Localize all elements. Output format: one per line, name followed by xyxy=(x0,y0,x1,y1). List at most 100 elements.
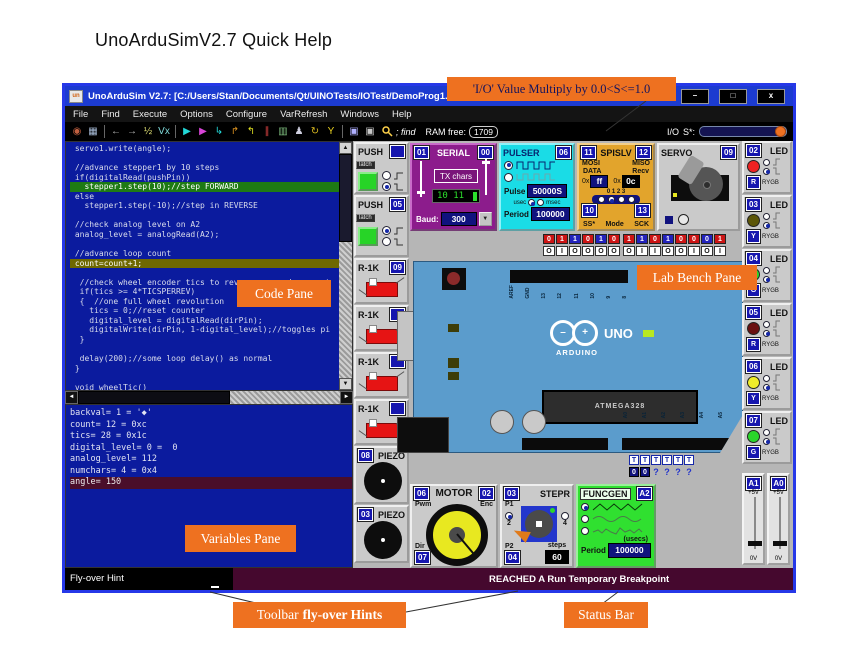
analog-header[interactable] xyxy=(622,438,734,450)
variable-row[interactable]: numchars= 4 = 0x4 xyxy=(70,466,352,478)
pulse-width-value[interactable]: 50000S xyxy=(527,184,567,198)
maximize-button[interactable]: □ xyxy=(719,89,747,104)
servo-option-square[interactable] xyxy=(665,216,673,224)
rx-slider-track[interactable] xyxy=(485,159,487,195)
tristate-toggle[interactable]: T xyxy=(640,455,650,465)
reset-button[interactable] xyxy=(447,272,460,285)
step-into-icon[interactable]: ↳ xyxy=(211,124,227,139)
menu-windows[interactable]: Windows xyxy=(340,109,379,120)
find-box[interactable]: ; find xyxy=(382,126,416,137)
menu-varrefresh[interactable]: VarRefresh xyxy=(280,109,327,120)
source-radio[interactable] xyxy=(763,213,770,220)
latch-label[interactable]: latch xyxy=(356,214,375,222)
p1-pin-box[interactable]: 03 xyxy=(504,487,519,500)
back-arrow-icon[interactable]: ← xyxy=(108,124,124,139)
edge-rise-radio[interactable] xyxy=(382,171,391,180)
close-button[interactable]: x xyxy=(757,89,785,104)
edge-rise-radio[interactable] xyxy=(382,226,391,235)
menu-execute[interactable]: Execute xyxy=(133,109,167,120)
tristate-toggle[interactable]: T xyxy=(651,455,661,465)
led-color-box[interactable]: R xyxy=(747,338,760,351)
pulse-high-radio[interactable] xyxy=(504,161,513,170)
digital-header-left[interactable] xyxy=(510,270,628,283)
pin-number-box[interactable]: A2 xyxy=(637,487,652,500)
noise-wave-radio[interactable] xyxy=(581,527,589,535)
halt-icon[interactable]: ∥ xyxy=(259,124,275,139)
source-radio[interactable] xyxy=(763,267,770,274)
pwm-pin-box[interactable]: 06 xyxy=(414,487,429,500)
title-bar[interactable]: un UnoArduSim V2.7: [C:/Users/Stan/Docum… xyxy=(65,86,793,106)
latch-label[interactable]: latch xyxy=(356,161,375,169)
watch-add-icon[interactable]: ▣ xyxy=(346,124,362,139)
variable-row[interactable]: tics= 28 = 0x1c xyxy=(70,431,352,443)
miso-pin-box[interactable]: 12 xyxy=(636,146,651,159)
servo-option-radio[interactable] xyxy=(678,214,689,225)
pin-number-box[interactable] xyxy=(390,402,405,415)
led-color-box[interactable]: G xyxy=(747,446,760,459)
save-icon[interactable]: ▦ xyxy=(85,124,101,139)
code-pane[interactable]: servo1.write(angle); //advance stepper1 … xyxy=(65,141,353,391)
pin-number-box[interactable]: 08 xyxy=(358,449,373,462)
menu-file[interactable]: File xyxy=(73,109,88,120)
sink-radio[interactable] xyxy=(763,276,770,283)
edge-fall-radio[interactable] xyxy=(382,237,391,246)
step-over-icon[interactable]: ↱ xyxy=(227,124,243,139)
switch-wire[interactable] xyxy=(396,371,405,378)
step-out-icon[interactable]: ↰ xyxy=(243,124,259,139)
io-slider-knob[interactable] xyxy=(775,126,786,137)
menu-find[interactable]: Find xyxy=(101,109,119,120)
reset-icon[interactable]: ↻ xyxy=(307,124,323,139)
watch-clear-icon[interactable]: ▣ xyxy=(362,124,378,139)
pin-number-box[interactable] xyxy=(390,145,405,158)
tx-slider-handle[interactable] xyxy=(417,191,425,194)
rx-pin-box[interactable]: 00 xyxy=(478,146,493,159)
analog-pin-box[interactable]: A1 xyxy=(746,477,761,490)
pin-number-box[interactable]: 07 xyxy=(746,414,761,427)
dir-pin-box[interactable]: 07 xyxy=(415,551,430,564)
led-color-box[interactable]: Y xyxy=(747,230,760,243)
pin-number-box[interactable]: 09 xyxy=(390,261,405,274)
open-file-icon[interactable]: ◉ xyxy=(69,124,85,139)
pin-number-box[interactable]: 06 xyxy=(556,146,571,159)
sink-radio[interactable] xyxy=(763,168,770,175)
pin-number-box[interactable]: 05 xyxy=(746,306,761,319)
pin-number-box[interactable]: 04 xyxy=(746,252,761,265)
pin-number-box[interactable]: 03 xyxy=(358,508,373,521)
menu-options[interactable]: Options xyxy=(180,109,213,120)
period-value[interactable]: 100000 xyxy=(531,207,570,221)
period-value[interactable]: 100000 xyxy=(608,543,651,558)
sine-wave-radio[interactable] xyxy=(581,515,589,523)
baud-dropdown-icon[interactable]: ▼ xyxy=(479,212,492,226)
mode0-radio[interactable] xyxy=(598,196,605,203)
baud-select[interactable]: 300 xyxy=(441,212,477,226)
variable-row[interactable]: count= 12 = 0xc xyxy=(70,420,352,432)
mosi-pin-box[interactable]: 11 xyxy=(581,146,596,159)
source-radio[interactable] xyxy=(763,429,770,436)
analog-pin-box[interactable]: A0 xyxy=(771,477,786,490)
find-text[interactable]: ; find xyxy=(396,127,416,137)
mode2-radio[interactable] xyxy=(618,196,625,203)
scroll-thumb[interactable] xyxy=(78,391,230,404)
pulse-low-radio[interactable] xyxy=(504,173,513,182)
scroll-right-icon[interactable]: ► xyxy=(340,391,353,404)
sink-radio[interactable] xyxy=(763,330,770,337)
data-value[interactable]: ff xyxy=(590,175,608,188)
tx-chars-button[interactable]: TX chars xyxy=(434,169,478,183)
scroll-left-icon[interactable]: ◄ xyxy=(65,391,78,404)
pin-number-box[interactable]: 02 xyxy=(746,144,761,157)
code-horizontal-scrollbar[interactable]: ◄ ► xyxy=(65,391,353,404)
scroll-up-icon[interactable]: ▲ xyxy=(339,142,352,154)
code-vertical-scrollbar[interactable]: ▲ ▼ xyxy=(339,142,352,390)
sink-radio[interactable] xyxy=(763,384,770,391)
led-color-box[interactable]: R xyxy=(747,176,760,189)
variable-row[interactable]: digital_level= 0 = 0 xyxy=(70,443,352,455)
steps-value[interactable]: 60 xyxy=(545,550,569,564)
edge-fall-radio[interactable] xyxy=(382,182,391,191)
p2-pin-box[interactable]: 04 xyxy=(505,551,520,564)
variable-row[interactable]: backval= 1 = '◆' xyxy=(70,408,352,420)
tristate-toggle[interactable]: T xyxy=(629,455,639,465)
person-icon[interactable]: ♟ xyxy=(291,124,307,139)
usec-radio[interactable] xyxy=(528,199,535,206)
scope-icon[interactable]: ▥ xyxy=(275,124,291,139)
source-radio[interactable] xyxy=(763,159,770,166)
